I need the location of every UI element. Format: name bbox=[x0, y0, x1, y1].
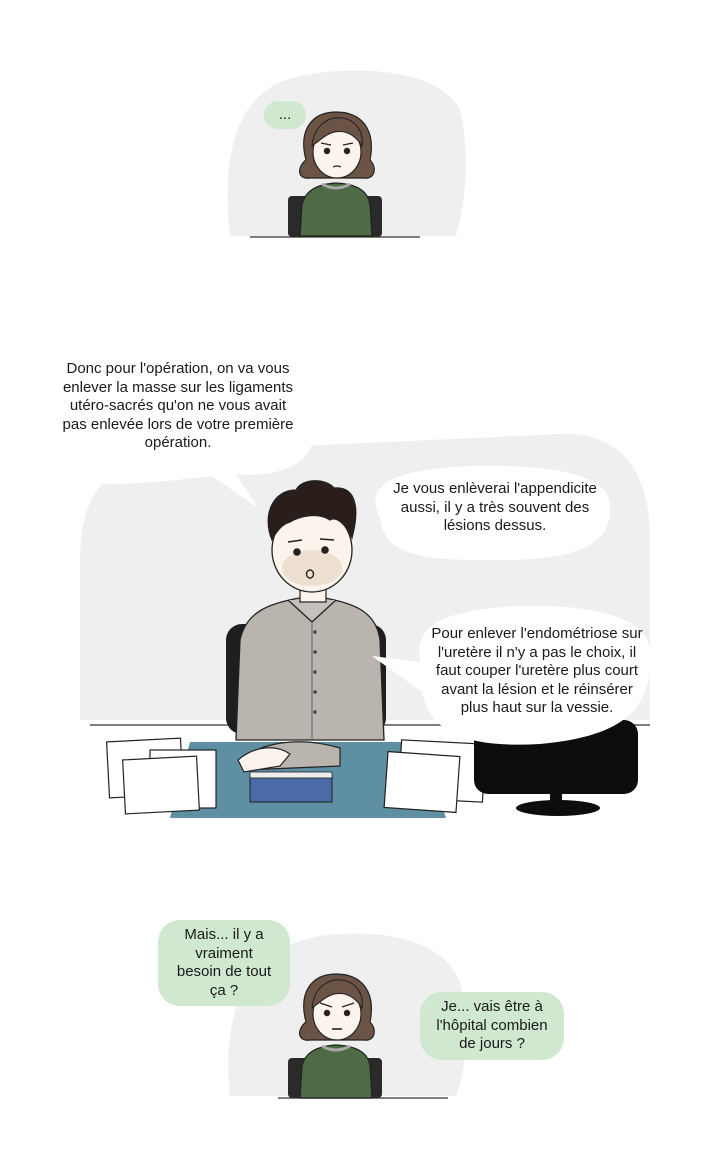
paper-stack-right-2 bbox=[383, 750, 461, 814]
doctor-speech-bubble-2: Je vous enlèverai l'appendicite aussi, i… bbox=[380, 480, 610, 536]
panel-2-doctor-explains: Donc pour l'opération, on va vous enleve… bbox=[0, 340, 720, 840]
patient-question-bubble-1: Mais... il y a vraiment besoin de tout ç… bbox=[158, 920, 290, 1006]
patient-eye-left bbox=[323, 147, 331, 155]
patient-speech-text: ... bbox=[278, 106, 292, 123]
patient-eye-right bbox=[343, 1009, 351, 1017]
patient-eye-right bbox=[343, 147, 351, 155]
folder-pages bbox=[249, 771, 333, 779]
panel-3-patient-questions: Mais... il y a vraiment besoin de tout ç… bbox=[0, 900, 720, 1120]
patient-question-text-2: Je... vais être à l'hôpital combien de j… bbox=[436, 998, 548, 1052]
doctor-beard-shadow bbox=[282, 550, 342, 586]
panel-1-patient-silent: ... bbox=[0, 0, 720, 260]
blue-folder bbox=[249, 775, 333, 803]
doctor-speech-bubble-1: Donc pour l'opération, on va vous enleve… bbox=[56, 360, 300, 453]
patient-speech-bubble: ... bbox=[264, 101, 306, 129]
patient-sweater bbox=[299, 1044, 373, 1099]
patient-sweater bbox=[299, 182, 373, 237]
doctor-speech-text-2: Je vous enlèverai l'appendicite aussi, i… bbox=[393, 480, 597, 534]
doctor-brow-right bbox=[319, 538, 335, 541]
patient-question-text-1: Mais... il y a vraiment besoin de tout ç… bbox=[176, 926, 272, 999]
patient-scene-2 bbox=[228, 933, 467, 1099]
paper-stack-left-3 bbox=[122, 755, 200, 815]
doctor-speech-bubble-3: Pour enlever l'endométriose sur l'uretèr… bbox=[426, 625, 648, 718]
monitor-base bbox=[516, 800, 600, 816]
patient-eye-left bbox=[323, 1009, 331, 1017]
doctor-speech-text-1: Donc pour l'opération, on va vous enleve… bbox=[62, 360, 294, 451]
patient-question-bubble-2: Je... vais être à l'hôpital combien de j… bbox=[420, 992, 564, 1060]
doctor-eye-right bbox=[321, 546, 329, 554]
doctor-speech-text-3: Pour enlever l'endométriose sur l'uretèr… bbox=[431, 625, 643, 716]
patient-scene-1 bbox=[227, 70, 466, 238]
doctor-eye-left bbox=[293, 548, 301, 556]
